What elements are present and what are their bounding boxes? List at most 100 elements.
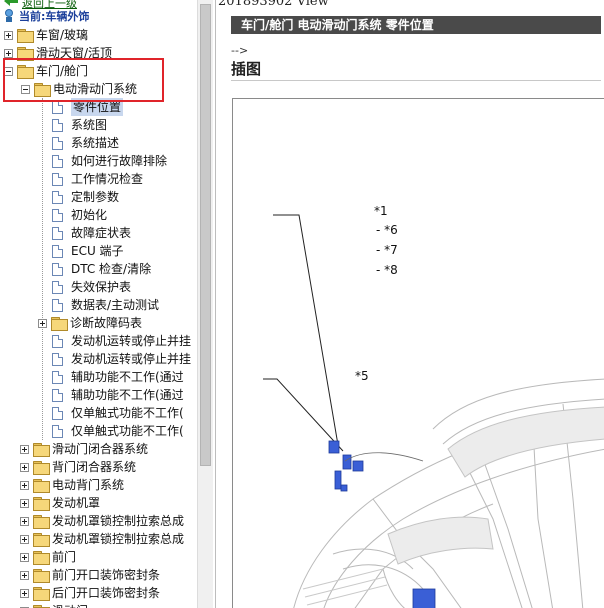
tree-item-label: 如何进行故障排除 xyxy=(71,154,168,168)
tree-page-item[interactable]: 数据表/主动测试 xyxy=(52,296,159,314)
tree-page-item[interactable]: 工作情况检查 xyxy=(52,170,143,188)
tree-item-label: ECU 端子 xyxy=(71,244,124,258)
callout-5: *5 xyxy=(355,369,369,383)
tree-folder-item[interactable]: 滑动门闭合器系统 xyxy=(20,440,148,458)
tree-folder-item[interactable]: 前门 xyxy=(20,548,76,566)
tree-page-item[interactable]: 辅助功能不工作(通过 xyxy=(52,368,184,386)
document-icon xyxy=(52,424,63,438)
tree-page-item[interactable]: 故障症状表 xyxy=(52,224,131,242)
document-icon xyxy=(52,190,63,204)
expand-icon[interactable] xyxy=(38,318,47,328)
current-location: 当前: 车辆外饰 xyxy=(3,8,89,24)
expand-icon[interactable] xyxy=(4,48,13,58)
expand-icon[interactable] xyxy=(20,534,29,544)
expand-icon[interactable] xyxy=(20,480,29,490)
tree-item-label: 定制参数 xyxy=(71,190,120,204)
back-arrow-icon[interactable] xyxy=(4,0,18,6)
tree-folder-item[interactable]: 滑动天窗/活顶 xyxy=(4,44,112,62)
expand-icon[interactable] xyxy=(20,516,29,526)
document-id: 201893902 View xyxy=(218,0,329,9)
navigation-tree: 返回上一级 当前: 车辆外饰 车窗/玻璃 滑动天窗/活顶 车门/舱门 电动滑动门系统零… xyxy=(0,0,197,608)
document-icon xyxy=(52,208,63,222)
tree-item-label: 辅助功能不工作(通过 xyxy=(71,388,184,402)
tree-item-label: 诊断故障码表 xyxy=(70,316,143,330)
tree-item-label: 仅单触式功能不工作( xyxy=(71,406,184,420)
folder-icon xyxy=(34,83,51,97)
tree-item-label: 零件位置 xyxy=(71,98,124,116)
page-heading: 插图 xyxy=(231,60,262,78)
tree-folder-item[interactable]: 背门闭合器系统 xyxy=(20,458,136,476)
collapse-icon[interactable] xyxy=(21,84,30,94)
vehicle-illustration xyxy=(263,214,604,608)
document-icon xyxy=(52,118,63,132)
tree-item-label: 车门/舱门 xyxy=(36,64,89,78)
tree-folder-item[interactable]: 滑动门 xyxy=(20,602,88,608)
tree-item-label: 前门 xyxy=(52,550,77,564)
tree-folder-item[interactable]: 后门开口装饰密封条 xyxy=(20,584,160,602)
tree-item-label: 电动滑动门系统 xyxy=(53,82,138,96)
tree-item-label: 车窗/玻璃 xyxy=(36,28,89,42)
tree-page-item[interactable]: 失效保护表 xyxy=(52,278,131,296)
callout-6: - *6 xyxy=(376,223,398,237)
tree-page-item[interactable]: 系统描述 xyxy=(52,134,119,152)
tree-item-label: 数据表/主动测试 xyxy=(71,298,160,312)
tree-item-label: 滑动门 xyxy=(52,602,88,608)
tree-item-label: 仅单触式功能不工作( xyxy=(71,424,184,438)
expand-icon[interactable] xyxy=(20,498,29,508)
expand-icon[interactable] xyxy=(20,588,29,598)
tree-page-item[interactable]: 发动机运转或停止并挂 xyxy=(52,332,191,350)
heading-divider xyxy=(231,80,601,81)
expand-icon[interactable] xyxy=(20,462,29,472)
tree-page-item[interactable]: 辅助功能不工作(通过 xyxy=(52,386,184,404)
folder-icon xyxy=(33,533,50,547)
tree-page-item[interactable]: 仅单触式功能不工作( xyxy=(52,422,184,440)
expand-icon[interactable] xyxy=(20,570,29,580)
expand-icon[interactable] xyxy=(20,444,29,454)
tree-scrollbar[interactable] xyxy=(197,0,213,608)
tree-folder-item[interactable]: 车门/舱门 xyxy=(4,62,88,80)
folder-icon xyxy=(33,569,50,583)
tree-page-item[interactable]: 初始化 xyxy=(52,206,107,224)
tree-item-label: 电动背门系统 xyxy=(52,478,125,492)
illustration-frame: *1 - *6 - *7 - *8 *5 xyxy=(232,98,604,608)
document-icon xyxy=(52,334,63,348)
folder-icon xyxy=(33,551,50,565)
folder-icon xyxy=(33,461,50,475)
tree-folder-item[interactable]: 车窗/玻璃 xyxy=(4,26,88,44)
document-icon xyxy=(52,136,63,150)
tree-folder-item[interactable]: 发动机罩锁控制拉索总成 xyxy=(20,512,184,530)
tree-folder-item[interactable]: 电动滑动门系统 xyxy=(21,80,137,98)
folder-icon xyxy=(17,65,34,79)
tree-page-item[interactable]: ECU 端子 xyxy=(52,242,124,260)
tree-item-label: 发动机罩锁控制拉索总成 xyxy=(52,532,185,546)
tree-item-label: 滑动天窗/活顶 xyxy=(36,46,113,60)
document-icon xyxy=(52,262,63,276)
tree-page-item[interactable]: 定制参数 xyxy=(52,188,119,206)
folder-icon xyxy=(33,479,50,493)
tree-item-label: 失效保护表 xyxy=(71,280,132,294)
tree-folder-item[interactable]: 诊断故障码表 xyxy=(38,314,142,332)
tree-page-item[interactable]: 发动机运转或停止并挂 xyxy=(52,350,191,368)
document-icon xyxy=(52,352,63,366)
tree-folder-item[interactable]: 发动机罩 xyxy=(20,494,100,512)
document-icon xyxy=(52,370,63,384)
tree-page-item[interactable]: 如何进行故障排除 xyxy=(52,152,167,170)
tree-item-label: 系统图 xyxy=(71,118,108,132)
tree-page-item[interactable]: 仅单触式功能不工作( xyxy=(52,404,184,422)
tree-folder-item[interactable]: 发动机罩锁控制拉索总成 xyxy=(20,530,184,548)
tree-item-label: 工作情况检查 xyxy=(71,172,144,186)
tree-page-item[interactable]: DTC 检查/清除 xyxy=(52,260,151,278)
tree-item-label: 背门闭合器系统 xyxy=(52,460,137,474)
expand-icon[interactable] xyxy=(20,552,29,562)
tree-folder-item[interactable]: 前门开口装饰密封条 xyxy=(20,566,160,584)
current-prefix: 当前: xyxy=(19,10,46,23)
tree-page-item[interactable]: 零件位置 xyxy=(52,98,124,116)
expand-icon[interactable] xyxy=(4,30,13,40)
folder-icon xyxy=(33,443,50,457)
document-icon xyxy=(52,388,63,402)
tree-page-item[interactable]: 系统图 xyxy=(52,116,107,134)
tree-folder-item[interactable]: 电动背门系统 xyxy=(20,476,124,494)
collapse-icon[interactable] xyxy=(4,66,13,76)
tree-item-label: 前门开口装饰密封条 xyxy=(52,568,161,582)
scrollbar-thumb[interactable] xyxy=(200,4,211,466)
